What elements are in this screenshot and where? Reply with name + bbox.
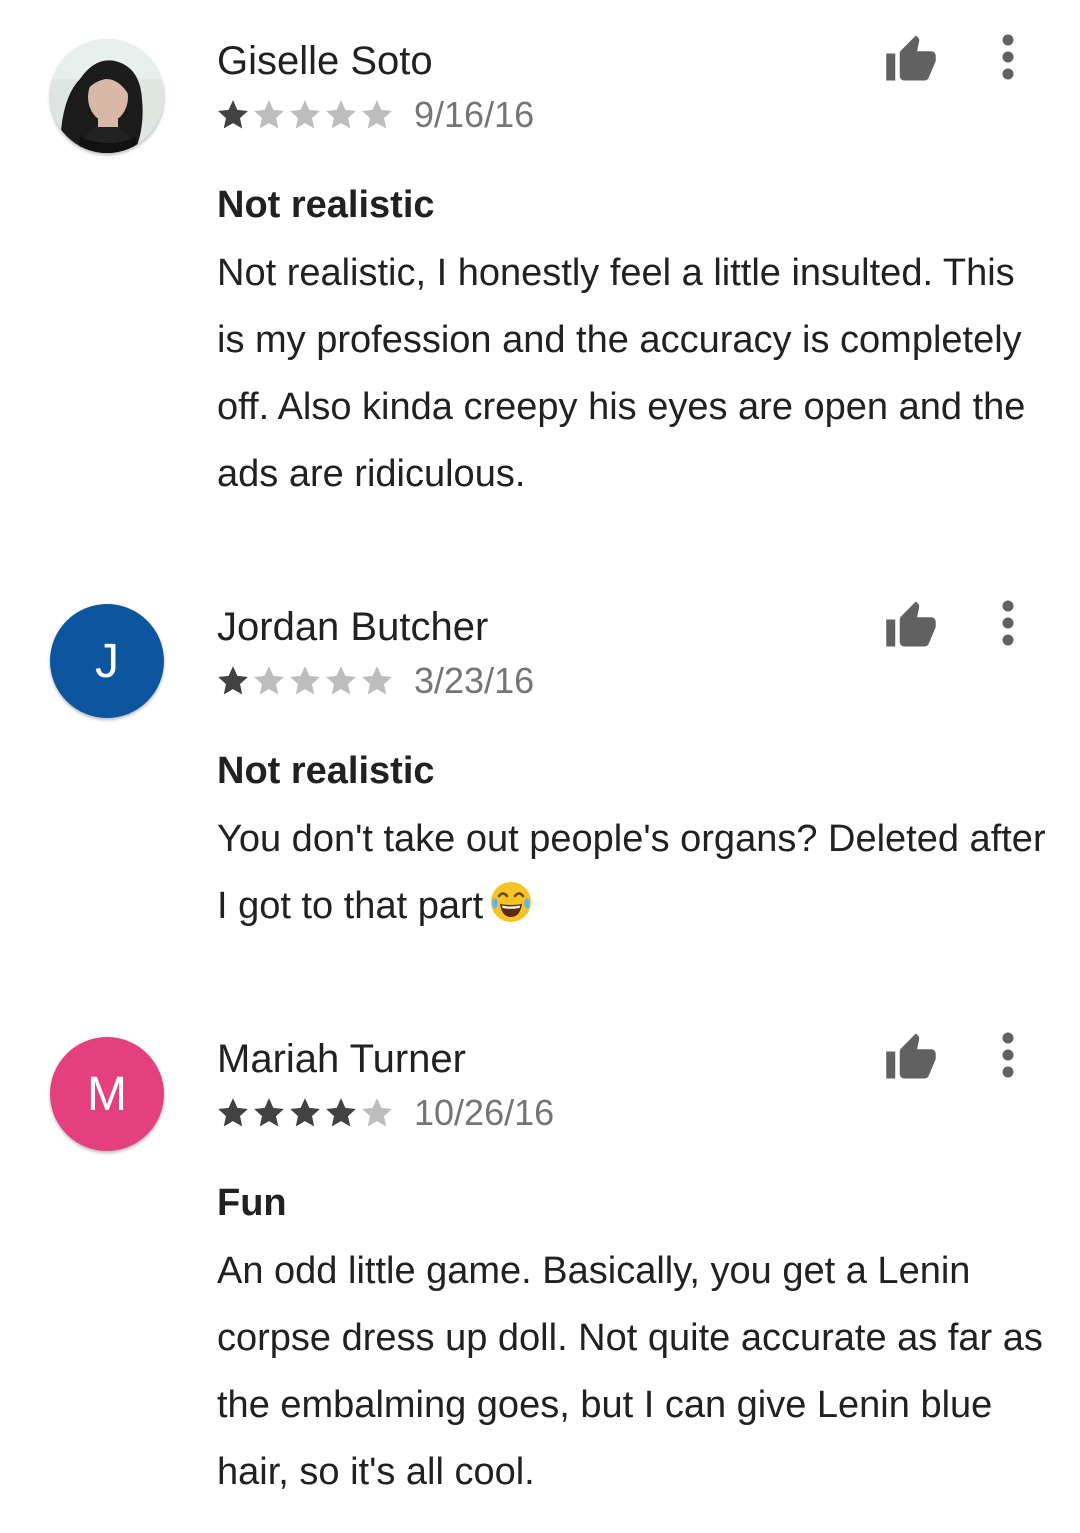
reviewer-name: Mariah Turner [217,1037,466,1081]
review-body: An odd little game. Basically, you get a… [217,1250,1043,1493]
reviewer-name: Jordan Butcher [217,605,489,649]
reviewer-name: Giselle Soto [217,39,433,83]
star-filled-icon [326,1098,356,1127]
avatar[interactable]: J [50,604,164,718]
review-date: 9/16/16 [414,94,535,135]
star-rating [216,1096,394,1130]
face-with-tears-of-joy-icon [491,882,532,922]
thumbs-up-icon[interactable] [884,1031,938,1081]
star-empty-icon [290,100,320,129]
star-filled-icon [218,1098,248,1127]
review-body: Not realistic, I honestly feel a little … [217,252,1026,495]
review-date: 10/26/16 [414,1092,555,1133]
star-rating [216,664,394,698]
avatar[interactable]: M [50,1037,164,1151]
more-vert-icon[interactable] [990,599,1026,647]
rating-row: 10/26/16 [216,1093,554,1133]
star-empty-icon [326,666,356,695]
thumbs-up-icon[interactable] [884,33,938,83]
star-empty-icon [254,666,284,695]
star-empty-icon [362,666,392,695]
more-vert-icon[interactable] [990,1031,1026,1079]
review-body: You don't take out people's organs? Dele… [217,806,1057,940]
star-empty-icon [326,100,356,129]
more-vert-icon[interactable] [990,33,1026,81]
avatar-initial: M [87,1067,127,1121]
star-empty-icon [290,666,320,695]
thumbs-up-icon[interactable] [884,599,938,649]
star-empty-icon [254,100,284,129]
rating-row: 3/23/16 [216,661,534,701]
review-title: Fun [217,1182,287,1224]
avatar[interactable] [50,39,164,153]
star-filled-icon [218,666,248,695]
star-filled-icon [254,1098,284,1127]
profile-photo [50,39,164,153]
review-body-text: You don't take out people's organs? Dele… [217,818,1046,927]
review-title: Not realistic [217,184,435,226]
review-title: Not realistic [217,750,435,792]
star-empty-icon [362,1098,392,1127]
avatar-initial: J [95,634,119,688]
star-filled-icon [218,100,248,129]
review-date: 3/23/16 [414,660,535,701]
star-rating [216,98,394,132]
star-filled-icon [290,1098,320,1127]
rating-row: 9/16/16 [216,95,534,135]
star-empty-icon [362,100,392,129]
